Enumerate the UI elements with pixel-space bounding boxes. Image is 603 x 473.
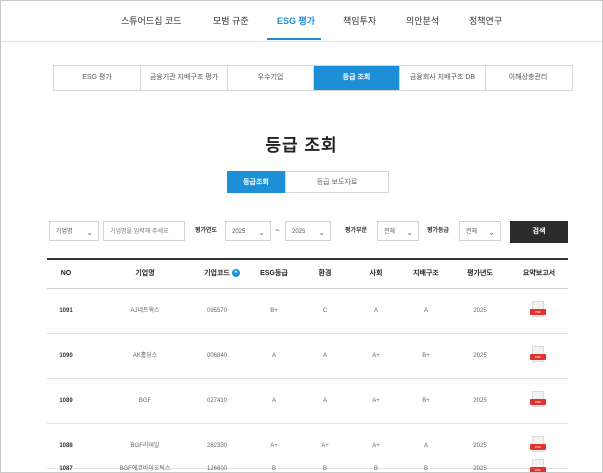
col-no: NO bbox=[60, 270, 72, 277]
row-social: B bbox=[373, 466, 378, 472]
table-row: 1089 BGF 027410 A A A+ B+ 2025 PDF bbox=[47, 379, 568, 424]
chevron-down-icon: ⌄ bbox=[488, 228, 495, 237]
row-no: 1087 bbox=[59, 466, 73, 472]
row-esg-grade: A bbox=[271, 353, 276, 359]
col-esg-grade: ESG등급 bbox=[260, 270, 288, 277]
tab-grade-lookup[interactable]: 등급 조회 bbox=[314, 66, 400, 90]
category-value: 전체 bbox=[384, 229, 396, 235]
year-label: 평가연도 bbox=[195, 228, 218, 234]
year-to-select[interactable]: 2025 ⌄ bbox=[285, 221, 331, 241]
tab-esg-rating[interactable]: ESG 평가 bbox=[54, 66, 141, 90]
active-nav-underline bbox=[267, 38, 321, 40]
table-row: 1090 AK홀딩스 006840 A A A+ B+ 2025 PDF bbox=[47, 334, 568, 379]
row-esg-grade: B+ bbox=[270, 308, 278, 314]
sort-icon[interactable]: + bbox=[231, 269, 240, 278]
grade-lookup-toggle[interactable]: 등급조회 bbox=[227, 171, 285, 193]
row-eval-year: 2025 bbox=[473, 308, 487, 314]
table-header: NO 기업명 기업코드 + ESG등급 환경 사회 지배구조 평가년도 요약보고서 bbox=[47, 258, 568, 289]
pdf-download-icon[interactable]: PDF bbox=[530, 346, 546, 364]
col-governance: 지배구조 bbox=[413, 270, 439, 277]
sub-tabs: ESG 평가 금융기관 지배구조 평가 우수기업 등급 조회 금융회사 지배구조… bbox=[53, 65, 573, 91]
row-environment: B bbox=[322, 466, 327, 472]
page-frame: 스튜어드십 코드 모범 규준 ESG 평가 책임투자 의안분석 정책연구 ESG… bbox=[0, 0, 603, 473]
pdf-download-icon[interactable]: PDF bbox=[530, 391, 546, 409]
row-social: A bbox=[373, 308, 378, 314]
tab-excellent-companies[interactable]: 우수기업 bbox=[228, 66, 314, 90]
nav-item-esg-rating[interactable]: ESG 평가 bbox=[277, 14, 315, 27]
chevron-down-icon: ⌄ bbox=[86, 228, 93, 237]
row-company-name[interactable]: BGF bbox=[105, 379, 185, 423]
press-release-toggle[interactable]: 등급 보도자료 bbox=[285, 171, 389, 193]
nav-item-best-practice[interactable]: 모범 규준 bbox=[213, 14, 249, 27]
top-navigation: 스튜어드십 코드 모범 규준 ESG 평가 책임투자 의안분석 정책연구 bbox=[1, 1, 602, 42]
row-company-code: 126600 bbox=[206, 466, 228, 472]
col-eval-year: 평가년도 bbox=[467, 270, 493, 277]
year-from-select[interactable]: 2025 ⌄ bbox=[225, 221, 271, 241]
table-row: 1091 AJ네트웍스 095570 B+ C A A 2025 PDF bbox=[47, 289, 568, 334]
row-eval-year: 2025 bbox=[473, 398, 487, 404]
row-environment: C bbox=[322, 308, 328, 314]
row-company-code: 027410 bbox=[206, 398, 228, 404]
row-environment: A bbox=[322, 353, 327, 359]
row-company-name[interactable]: AJ네트웍스 bbox=[105, 289, 185, 333]
chevron-down-icon: ⌄ bbox=[258, 228, 265, 237]
table-row: 1087 BGF에코바이오틱스 126600 B B B B 2025 PDF bbox=[47, 447, 568, 472]
row-company-name[interactable]: AK홀딩스 bbox=[105, 334, 185, 378]
year-to-value: 2025 bbox=[292, 229, 306, 235]
pdf-download-icon[interactable]: PDF bbox=[530, 459, 546, 472]
grade-value: 전체 bbox=[466, 229, 478, 235]
row-no: 1090 bbox=[59, 353, 73, 359]
row-company-code: 095570 bbox=[206, 308, 228, 314]
col-environment: 환경 bbox=[318, 270, 332, 277]
nav-item-agenda-analysis[interactable]: 의안분석 bbox=[406, 14, 439, 27]
company-type-select[interactable]: 기업명 ⌄ bbox=[49, 221, 99, 241]
tab-financial-governance-rating[interactable]: 금융기관 지배구조 평가 bbox=[141, 66, 228, 90]
company-type-value: 기업명 bbox=[56, 229, 73, 235]
grade-select[interactable]: 전체 ⌄ bbox=[459, 221, 501, 241]
row-social: A+ bbox=[372, 398, 380, 404]
row-governance: B+ bbox=[422, 398, 430, 404]
chevron-down-icon: ⌄ bbox=[318, 228, 325, 237]
pdf-download-icon[interactable]: PDF bbox=[530, 301, 546, 319]
row-eval-year: 2025 bbox=[473, 353, 487, 359]
row-company-code: 006840 bbox=[206, 353, 228, 359]
row-governance: A bbox=[423, 308, 428, 314]
row-esg-grade: A bbox=[271, 398, 276, 404]
view-toggle: 등급조회 등급 보도자료 bbox=[227, 171, 389, 193]
row-eval-year: 2025 bbox=[473, 466, 487, 472]
row-esg-grade: B bbox=[271, 466, 276, 472]
category-label: 평가부문 bbox=[345, 228, 368, 234]
row-social: A+ bbox=[372, 353, 380, 359]
tab-governance-db[interactable]: 금융회사 지배구조 DB bbox=[400, 66, 486, 90]
range-separator: ~ bbox=[275, 226, 280, 235]
row-governance: B+ bbox=[422, 353, 430, 359]
col-company-code-label: 기업코드 bbox=[204, 270, 230, 277]
col-company-name: 기업명 bbox=[135, 270, 155, 277]
row-company-name[interactable]: BGF에코바이오틱스 bbox=[105, 447, 185, 472]
tab-conflict-management[interactable]: 이해상충관리 bbox=[486, 66, 570, 90]
nav-item-stewardship-code[interactable]: 스튜어드십 코드 bbox=[121, 14, 181, 27]
chevron-down-icon: ⌄ bbox=[406, 228, 413, 237]
col-social: 사회 bbox=[369, 270, 383, 277]
col-summary-report: 요약보고서 bbox=[522, 270, 556, 277]
row-governance: B bbox=[423, 466, 428, 472]
page-title: 등급 조회 bbox=[265, 136, 338, 155]
row-no: 1091 bbox=[59, 308, 73, 314]
year-from-value: 2025 bbox=[232, 229, 246, 235]
nav-item-responsible-investment[interactable]: 책임투자 bbox=[343, 14, 376, 27]
company-search-input[interactable]: 기업명을 입력해 주세요 bbox=[103, 221, 185, 241]
search-button[interactable]: 검색 bbox=[510, 221, 568, 243]
grade-label: 평가등급 bbox=[427, 228, 450, 234]
row-environment: A bbox=[322, 398, 327, 404]
nav-item-policy-research[interactable]: 정책연구 bbox=[469, 14, 502, 27]
category-select[interactable]: 전체 ⌄ bbox=[377, 221, 419, 241]
row-no: 1089 bbox=[59, 398, 73, 404]
